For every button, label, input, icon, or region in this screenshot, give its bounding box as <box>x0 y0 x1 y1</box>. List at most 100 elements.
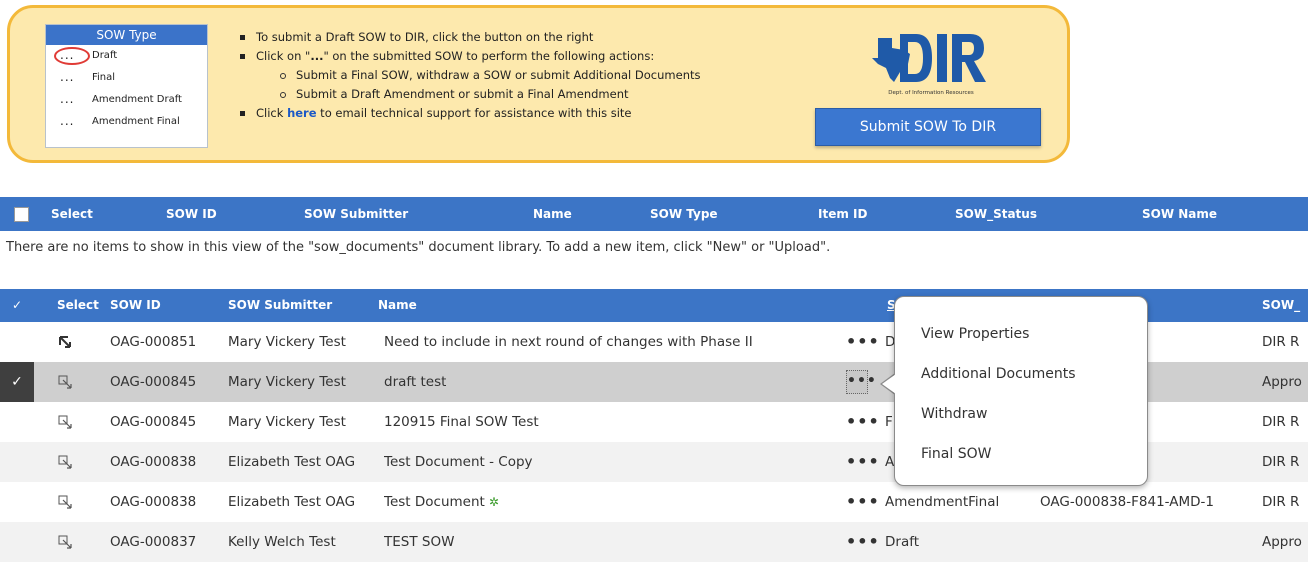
header-sow-name[interactable]: SOW Name <box>1142 197 1217 231</box>
ellipsis-icon: ... <box>60 114 75 128</box>
cell-submitter: Elizabeth Test OAG <box>228 494 356 510</box>
legend-item-amendment-draft: ... Amendment Draft <box>46 89 207 111</box>
cell-name-link[interactable]: Test Document <box>384 494 485 510</box>
open-menu-ellipsis[interactable]: ••• <box>846 482 880 522</box>
menu-pointer-inner <box>882 374 896 394</box>
instruction-subitem: Submit a Final SOW, withdraw a SOW or su… <box>238 66 700 85</box>
open-menu-ellipsis[interactable]: ••• <box>846 370 876 394</box>
cell-sow-status: DIR R <box>1262 454 1300 470</box>
cell-sow-type: Draft <box>885 534 920 550</box>
cell-name: Test Document ✲ <box>384 482 499 522</box>
sow-type-legend: SOW Type ... Draft ... Final ... Amendme… <box>45 24 208 148</box>
header-sow-status[interactable]: SOW_ <box>1262 289 1300 322</box>
row-checkbox-checked[interactable]: ✓ <box>0 362 34 402</box>
legend-label: Amendment Draft <box>92 94 182 105</box>
instruction-text: Click on " <box>256 49 311 63</box>
instructions-list: To submit a Draft SOW to DIR, click the … <box>238 28 700 123</box>
instruction-subitem: Submit a Draft Amendment or submit a Fin… <box>238 85 700 104</box>
instruction-text: To submit a Draft SOW to DIR, click the … <box>256 30 594 44</box>
submit-sow-button[interactable]: Submit SOW To DIR <box>815 108 1041 146</box>
context-menu: View Properties Additional Documents Wit… <box>894 296 1148 486</box>
table-row[interactable]: OAG-000838 Elizabeth Test OAG Test Docum… <box>0 482 1308 522</box>
select-all-check-icon[interactable]: ✓ <box>12 289 22 322</box>
document-icon <box>58 415 72 429</box>
header-sow-submitter[interactable]: SOW Submitter <box>304 197 408 231</box>
cell-name-link[interactable]: 120915 Final SOW Test <box>384 402 539 442</box>
cell-sow-type: F <box>885 414 893 430</box>
dir-logo <box>872 34 986 82</box>
cell-sow-status: DIR R <box>1262 414 1300 430</box>
cell-sow-type: A <box>885 454 895 470</box>
support-email-link[interactable]: here <box>287 106 316 120</box>
instruction-text: Submit a Draft Amendment or submit a Fin… <box>296 87 629 101</box>
ellipsis-icon: ... <box>60 70 75 84</box>
cell-sow-id: OAG-000845 <box>110 414 197 430</box>
legend-label: Amendment Final <box>92 116 180 127</box>
new-item-icon: ✲ <box>488 495 499 509</box>
instruction-text: to email technical support for assistanc… <box>316 106 632 120</box>
header-sow-submitter[interactable]: SOW Submitter <box>228 289 332 322</box>
empty-list-message: There are no items to show in this view … <box>6 240 831 255</box>
legend-item-amendment-final: ... Amendment Final <box>46 111 207 133</box>
header-select[interactable]: Select <box>57 289 99 322</box>
header-select[interactable]: Select <box>51 197 93 231</box>
instruction-item: To submit a Draft SOW to DIR, click the … <box>238 28 700 47</box>
header-sow-id[interactable]: SOW ID <box>110 289 161 322</box>
menu-item-view-properties[interactable]: View Properties <box>921 326 1029 342</box>
legend-label: Draft <box>92 50 118 61</box>
menu-item-withdraw[interactable]: Withdraw <box>921 406 987 422</box>
header-sow-id[interactable]: SOW ID <box>166 197 217 231</box>
document-icon <box>58 535 72 549</box>
cell-item-id: OAG-000838-F841-AMD-1 <box>1040 494 1214 510</box>
cell-sow-id: OAG-000838 <box>110 494 197 510</box>
open-menu-ellipsis[interactable]: ••• <box>846 322 880 362</box>
info-panel: SOW Type ... Draft ... Final ... Amendme… <box>7 5 1070 163</box>
table-row[interactable]: OAG-000837 Kelly Welch Test TEST SOW •••… <box>0 522 1308 562</box>
document-icon <box>58 455 72 469</box>
header-item-id[interactable]: Item ID <box>818 197 867 231</box>
instruction-text: " on the submitted SOW to perform the fo… <box>323 49 655 63</box>
cell-sow-status: Appro <box>1262 534 1302 550</box>
cell-submitter: Kelly Welch Test <box>228 534 336 550</box>
menu-item-additional-documents[interactable]: Additional Documents <box>921 366 1076 382</box>
cell-name-link[interactable]: draft test <box>384 362 446 402</box>
header-name[interactable]: Name <box>378 289 417 322</box>
document-icon <box>58 495 72 509</box>
legend-item-draft: ... Draft <box>46 45 207 67</box>
cell-sow-type: AmendmentFinal <box>885 494 1000 510</box>
ellipsis-text: ... <box>310 49 324 63</box>
cell-sow-status: DIR R <box>1262 494 1300 510</box>
cell-submitter: Elizabeth Test OAG <box>228 454 356 470</box>
cell-name-link[interactable]: Test Document - Copy <box>384 442 533 482</box>
header-sow-type[interactable]: SOW Type <box>650 197 718 231</box>
instruction-text: Submit a Final SOW, withdraw a SOW or su… <box>296 68 701 82</box>
instruction-item: Click here to email technical support fo… <box>238 104 700 123</box>
document-icon <box>58 375 72 389</box>
open-menu-ellipsis[interactable]: ••• <box>846 522 880 562</box>
cell-sow-id: OAG-000851 <box>110 334 197 350</box>
instruction-item: Click on "..." on the submitted SOW to p… <box>238 47 700 66</box>
legend-label: Final <box>92 72 116 83</box>
legend-title: SOW Type <box>46 25 207 45</box>
cell-submitter: Mary Vickery Test <box>228 334 346 350</box>
header-sow-status[interactable]: SOW_Status <box>955 197 1037 231</box>
select-all-checkbox[interactable] <box>14 207 29 222</box>
cell-submitter: Mary Vickery Test <box>228 414 346 430</box>
cell-sow-id: OAG-000837 <box>110 534 197 550</box>
open-menu-ellipsis[interactable]: ••• <box>846 402 880 442</box>
empty-list-header: Select SOW ID SOW Submitter Name SOW Typ… <box>0 197 1308 231</box>
cell-sow-status: Appro <box>1262 374 1302 390</box>
cell-name-link[interactable]: Need to include in next round of changes… <box>384 322 753 362</box>
cell-sow-id: OAG-000838 <box>110 454 197 470</box>
ellipsis-icon: ... <box>60 48 75 62</box>
cell-submitter: Mary Vickery Test <box>228 374 346 390</box>
legend-item-final: ... Final <box>46 67 207 89</box>
cell-name-link[interactable]: TEST SOW <box>384 522 454 562</box>
menu-item-final-sow[interactable]: Final SOW <box>921 446 991 462</box>
header-name[interactable]: Name <box>533 197 572 231</box>
logo-caption: Dept. of Information Resources <box>888 90 974 96</box>
open-menu-ellipsis[interactable]: ••• <box>846 442 880 482</box>
cell-sow-id: OAG-000845 <box>110 374 197 390</box>
instruction-text: Click <box>256 106 288 120</box>
cell-sow-status: DIR R <box>1262 334 1300 350</box>
